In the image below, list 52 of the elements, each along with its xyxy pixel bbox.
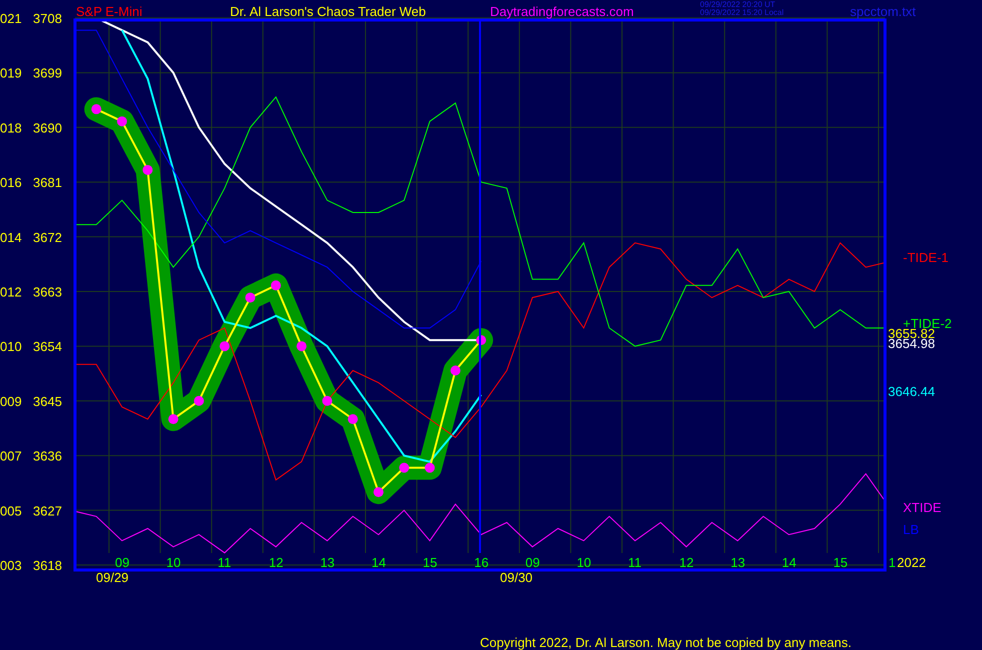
hour-label: 10 [166,555,181,570]
legend-label: XTIDE [903,500,942,515]
year-label: 2022 [897,555,926,570]
site-label: Daytradingforecasts.com [490,4,634,19]
axis-price-label: 3672 [33,230,62,245]
hour-label: 09 [115,555,130,570]
axis-code-label: 014 [0,230,22,245]
timestamp-label: 09/29/2022 15:20 Local [700,8,784,17]
date-label: 09/30 [500,570,533,585]
legend-label: -TIDE-1 [903,250,948,265]
axis-price-label: 3636 [33,448,62,464]
axis-price-label: 3681 [33,175,62,190]
hour-label: 09 [525,555,540,570]
copyright-notice: Copyright 2022, Dr. Al Larson. May not be copied by any means. [480,635,852,650]
hour-label: 12 [679,555,694,570]
hour-label: 15 [422,555,438,570]
symbol-label: S&P E-Mini [76,4,142,19]
chart-title: Dr. Al Larson's Chaos Trader Web [230,4,426,19]
axis-price-label: 3654 [33,339,62,354]
hour-label: 1 [888,555,896,570]
axis-code-label: 005 [0,503,22,518]
hour-label: 10 [576,555,592,570]
axis-price-label: 3663 [33,284,62,300]
hour-label: 14 [372,555,386,570]
hour-label: 13 [730,555,746,570]
axis-price-label: 3708 [33,11,62,26]
file-label: spcctom.txt [850,4,916,19]
axis-code-label: 012 [0,284,22,300]
hour-label: 16 [474,555,489,570]
axis-code-label: 021 [0,11,22,26]
hour-label: 14 [782,555,796,570]
timestamp-label: 09/29/2022 20:20 UT [700,0,776,9]
hour-label: 15 [833,555,848,570]
hour-label: 11 [218,555,232,570]
axis-code-label: 010 [0,339,22,354]
axis-price-label: 3627 [33,503,62,518]
hour-label: 11 [628,555,642,570]
legend-label: LB [903,522,919,537]
axis-price-label: 3645 [33,394,62,409]
axis-price-label: 3699 [33,66,62,81]
axis-code-label: 016 [0,175,22,190]
price-readout: 3646.44 [888,384,935,399]
date-label: 09/29 [96,570,129,585]
axis-price-label: 3690 [33,120,62,136]
axis-code-label: 009 [0,394,22,409]
axis-code-label: 007 [0,448,22,464]
axis-code-label: 018 [0,120,22,136]
axis-code-label: 019 [0,66,22,81]
hour-label: 13 [320,555,335,570]
axis-code-label: 003 [0,558,22,573]
axis-price-label: 3618 [33,558,62,573]
hour-label: 12 [268,555,284,570]
